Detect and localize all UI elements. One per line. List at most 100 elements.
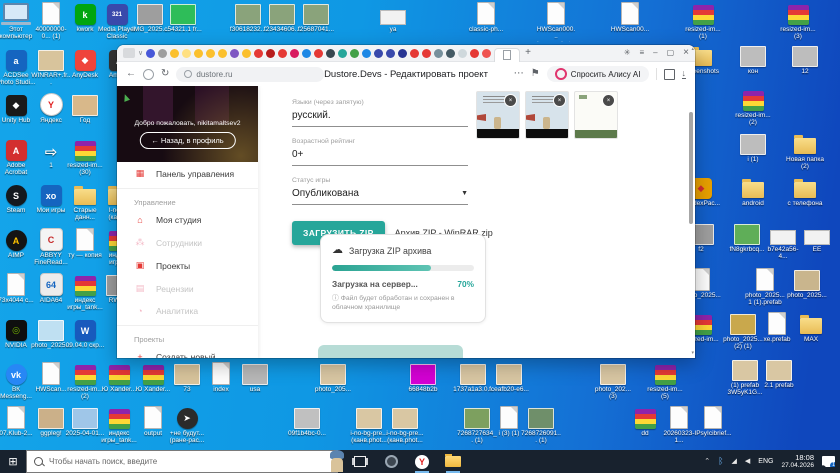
desktop-icon[interactable]: photo_2025... xyxy=(34,318,68,349)
desktop-icon[interactable]: usa xyxy=(238,362,272,393)
browser-tab[interactable] xyxy=(434,49,443,58)
desktop-icon[interactable]: photo_205... xyxy=(316,362,350,393)
taskbar-search[interactable]: Чтобы начать поиск, введите xyxy=(26,450,338,473)
tray-chevron-icon[interactable]: ⌃ xyxy=(704,458,710,465)
active-tab[interactable] xyxy=(494,48,520,62)
desktop-icon[interactable]: IMG_2025... xyxy=(133,2,167,33)
more-icon[interactable]: ⋯ xyxy=(514,69,524,79)
desktop-icon[interactable]: aACDSee Photo Studi... xyxy=(0,48,33,87)
screenshot-2[interactable]: × xyxy=(525,91,569,139)
desktop-icon[interactable]: output xyxy=(136,406,170,437)
screenshot-3[interactable]: × xyxy=(574,91,618,139)
scrollbar-thumb[interactable] xyxy=(689,112,693,224)
start-button[interactable]: ⊞ xyxy=(0,455,26,468)
sidebar-item[interactable]: ▣Проекты xyxy=(117,254,258,277)
browser-tab[interactable] xyxy=(194,49,203,58)
desktop-icon[interactable]: 7268726091... (1) xyxy=(524,406,558,445)
remove-screenshot-button[interactable]: × xyxy=(602,94,615,107)
desktop-icon[interactable]: b7e42a56-4... xyxy=(766,222,800,261)
desktop-icon[interactable]: 64AIDA64 xyxy=(34,273,68,304)
desktop-icon[interactable]: dd xyxy=(628,406,662,437)
browser-tab[interactable] xyxy=(386,49,395,58)
taskbar-explorer[interactable] xyxy=(444,450,462,473)
remove-screenshot-button[interactable]: × xyxy=(553,94,566,107)
browser-tab[interactable] xyxy=(482,49,491,58)
desktop-icon[interactable]: index xyxy=(204,362,238,393)
scroll-down-icon[interactable]: ▾ xyxy=(691,351,694,356)
desktop-icon[interactable]: 20260323-1... xyxy=(662,406,696,445)
desktop-icon[interactable]: 2025-04-01... xyxy=(68,406,102,437)
tab-chevron-icon[interactable]: ∨ xyxy=(138,50,143,57)
back-button[interactable]: ← xyxy=(126,69,136,79)
desktop-icon[interactable]: 12 xyxy=(788,44,822,75)
desktop-icon[interactable]: resized-im... (2) xyxy=(68,362,102,401)
desktop-icon[interactable]: 73 xyxy=(170,362,204,393)
address-bar[interactable]: dustore.ru xyxy=(176,67,324,82)
desktop-icon[interactable]: resized-im... (1) xyxy=(686,2,720,41)
desktop-icon[interactable]: WINRAR+.fr... xyxy=(34,48,68,87)
browser-tab[interactable] xyxy=(302,49,311,58)
browser-menu-icon[interactable]: ≡ xyxy=(639,49,644,57)
desktop-icon[interactable]: ◎NVIDIA xyxy=(0,318,33,349)
desktop-icon[interactable]: Этот компьютер xyxy=(0,2,33,41)
browser-tab[interactable] xyxy=(242,49,251,58)
desktop-icon[interactable]: 40000000-0... (1) xyxy=(34,2,68,41)
desktop-icon[interactable]: 09f1b4bc-0... xyxy=(290,406,324,437)
browser-tab[interactable] xyxy=(398,49,407,58)
desktop-icon[interactable]: Ю Xander... xyxy=(102,362,136,393)
desktop-icon[interactable]: HWScan00... xyxy=(613,2,647,33)
browser-tab[interactable] xyxy=(278,49,287,58)
language-indicator[interactable]: ENG xyxy=(758,458,773,465)
desktop-icon[interactable]: xe.prefab xyxy=(760,312,794,343)
sidebar-item[interactable]: ⁂Сотрудники xyxy=(117,231,258,254)
browser-tab[interactable] xyxy=(446,49,455,58)
desktop-icon[interactable]: android xyxy=(736,176,770,207)
new-tab-button[interactable]: + xyxy=(525,48,531,58)
browser-tab[interactable] xyxy=(362,49,371,58)
browser-tab[interactable] xyxy=(266,49,275,58)
bookmark-icon[interactable]: ⚑ xyxy=(531,69,540,79)
sidebar-item[interactable]: ▦Панель управления xyxy=(117,162,258,185)
field-value[interactable]: русский. xyxy=(292,110,468,121)
field-value[interactable]: 0+ xyxy=(292,149,468,160)
desktop-icon[interactable]: resized-im... (2) xyxy=(736,88,770,127)
sidebar-item[interactable]: +Создать новый xyxy=(117,346,258,358)
desktop-icon[interactable]: YЯндекс xyxy=(34,93,68,124)
desktop-icon[interactable]: i (1) xyxy=(736,132,770,163)
network-icon[interactable]: ◢ xyxy=(732,458,737,465)
desktop-icon[interactable]: resized-im... (3) xyxy=(781,2,815,41)
desktop-icon[interactable]: Новая папка (2) xyxy=(788,132,822,171)
desktop-icon[interactable]: AAIMP xyxy=(0,228,33,259)
desktop-icon[interactable]: vkВК Messeng... xyxy=(0,362,33,401)
desktop-icon[interactable]: ◆AnyDesk xyxy=(68,48,102,79)
browser-tab[interactable] xyxy=(410,49,419,58)
desktop-icon[interactable]: 66848b2b xyxy=(406,362,440,393)
browser-tab[interactable] xyxy=(146,49,155,58)
status-select[interactable]: Опубликована▼ xyxy=(292,188,468,199)
back-to-profile-button[interactable]: ← Назад, в профиль xyxy=(139,132,235,149)
browser-tab[interactable] xyxy=(350,49,359,58)
desktop-icon[interactable]: индекс игры_tank... xyxy=(102,406,136,445)
browser-tab[interactable] xyxy=(458,49,467,58)
browser-tab[interactable] xyxy=(206,49,215,58)
desktop-icon[interactable]: xoМои игры xyxy=(34,183,68,214)
desktop-icon[interactable]: ◆Unity Hub xyxy=(0,93,33,124)
desktop-icon[interactable]: ту — копия xyxy=(68,228,102,259)
desktop-icon[interactable]: f23434606... xyxy=(265,2,299,33)
browser-tab[interactable] xyxy=(290,49,299,58)
desktop-icon[interactable]: i-no-bg-pre... (канв.phot... xyxy=(388,406,422,445)
desktop-icon[interactable]: CABBYY FineRead... xyxy=(34,228,68,267)
browser-tab[interactable] xyxy=(158,49,167,58)
bluetooth-icon[interactable]: ᛒ xyxy=(718,457,723,466)
desktop-icon[interactable]: photo_2025...1 (1).prefab xyxy=(748,268,782,307)
desktop-icon[interactable]: i-no-bg-pre... (канв.phot... xyxy=(352,406,386,445)
task-view-button[interactable] xyxy=(351,450,369,473)
reload-button[interactable]: ↻ xyxy=(161,69,169,79)
desktop-icon[interactable]: 73x4044 с... xyxy=(0,273,33,304)
pin-panel-icon[interactable]: ✳ xyxy=(624,49,631,57)
browser-tab[interactable] xyxy=(374,49,383,58)
browser-tab[interactable] xyxy=(422,49,431,58)
desktop-icon[interactable]: ya xyxy=(376,2,410,33)
scroll-up-icon[interactable]: ▴ xyxy=(691,47,694,52)
desktop-icon[interactable]: classic-ph... xyxy=(469,2,503,33)
